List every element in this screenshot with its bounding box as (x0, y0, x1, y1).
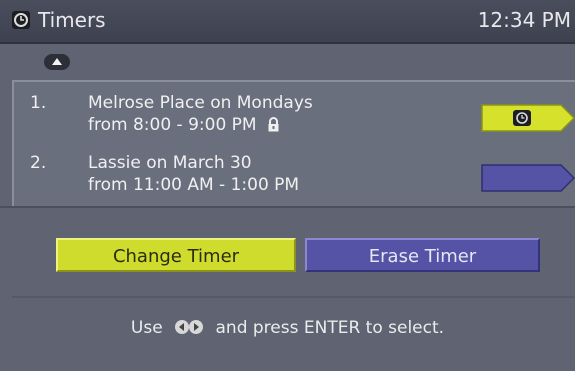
clock: 12:34 PM (477, 8, 571, 32)
timer-item-2[interactable]: 2. Lassie on March 30 from 11:00 AM - 1:… (14, 146, 575, 204)
left-right-arrows-icon (174, 317, 204, 344)
hint-before: Use (130, 318, 163, 338)
hint-after: and press ENTER to select. (215, 318, 445, 338)
timer-clock-icon (12, 11, 30, 29)
timer-title: Melrose Place on Mondays (88, 93, 313, 113)
timer-tag[interactable] (481, 164, 575, 192)
divider (12, 296, 575, 298)
timer-tag-selected[interactable] (481, 104, 575, 132)
timer-list: 1. Melrose Place on Mondays from 8:00 - … (12, 80, 575, 208)
chevron-up-icon (52, 58, 62, 65)
timer-time: from 8:00 - 9:00 PM (88, 115, 257, 135)
page-title: Timers (38, 8, 106, 32)
title-bar: Timers 12:34 PM (0, 0, 575, 44)
timer-number: 2. (30, 153, 47, 173)
timer-time-row: from 8:00 - 9:00 PM (88, 114, 280, 138)
timer-item-1[interactable]: 1. Melrose Place on Mondays from 8:00 - … (14, 86, 575, 144)
lock-icon (267, 116, 280, 138)
timers-screen: Timers 12:34 PM 1. Melrose Place on Mond… (0, 0, 575, 371)
instruction-text: Use and press ENTER to select. (0, 316, 575, 344)
scroll-up-button[interactable] (44, 54, 70, 70)
timer-title: Lassie on March 30 (88, 153, 252, 173)
change-timer-button[interactable]: Change Timer (56, 238, 296, 272)
timer-time: from 11:00 AM - 1:00 PM (88, 175, 300, 195)
erase-timer-button[interactable]: Erase Timer (305, 238, 540, 272)
timer-number: 1. (30, 93, 47, 113)
divider (0, 206, 575, 208)
